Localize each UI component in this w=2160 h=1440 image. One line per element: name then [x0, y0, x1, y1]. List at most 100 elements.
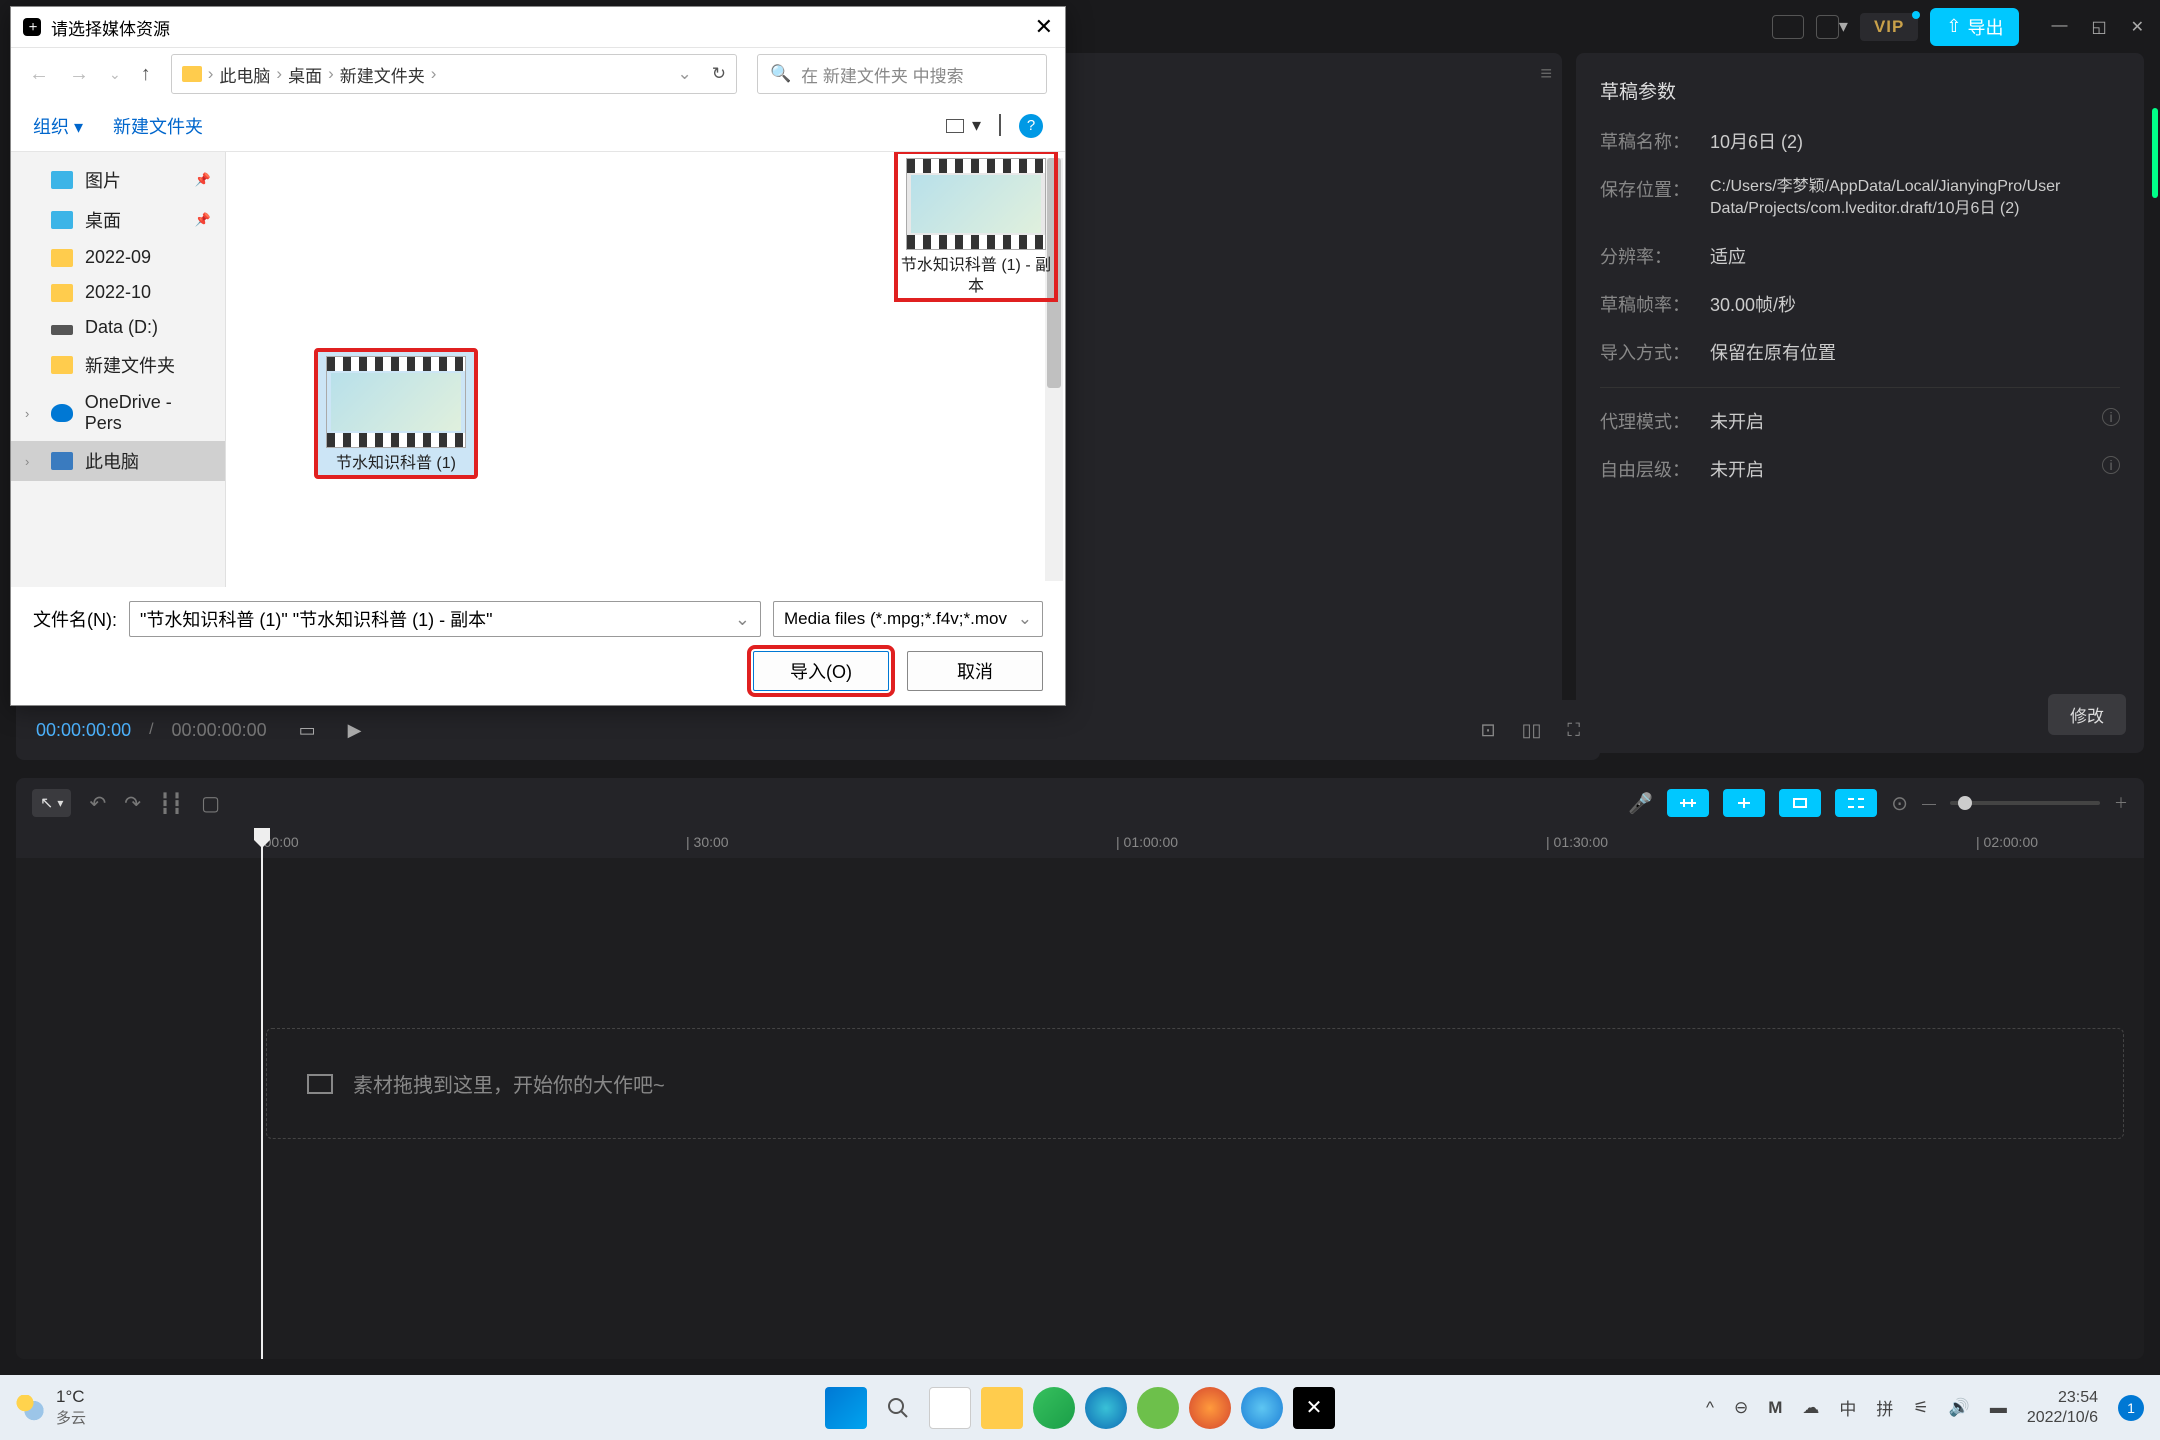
sidebar-item[interactable]: 新建文件夹: [11, 345, 225, 385]
edge-icon[interactable]: [1085, 1387, 1127, 1429]
delete-button[interactable]: ▢: [201, 791, 220, 816]
sidebar-item[interactable]: ›OneDrive - Pers: [11, 385, 225, 441]
timeline-tool-2[interactable]: [1723, 789, 1765, 817]
modify-button[interactable]: 修改: [2048, 694, 2126, 735]
sidebar-item[interactable]: 桌面📌: [11, 200, 225, 240]
search-placeholder: 在 新建文件夹 中搜索: [801, 62, 963, 87]
zoom-out-button[interactable]: —: [1922, 795, 1936, 811]
mic-icon[interactable]: 🎤: [1628, 791, 1653, 816]
maximize-button[interactable]: ◱: [2091, 17, 2106, 37]
close-button[interactable]: ✕: [2131, 17, 2144, 37]
new-folder-button[interactable]: 新建文件夹: [113, 113, 203, 139]
timeline-ruler[interactable]: |00:00 | 30:00 | 01:00:00 | 01:30:00 | 0…: [16, 828, 2144, 858]
search-icon: 🔍: [770, 64, 791, 84]
timeline-tool-3[interactable]: [1779, 789, 1821, 817]
cursor-tool[interactable]: ↖ ▾: [32, 789, 71, 817]
task-view-button[interactable]: [929, 1387, 971, 1429]
fullscreen-icon[interactable]: ⛶: [1567, 720, 1580, 741]
zoom-slider[interactable]: [1950, 801, 2100, 805]
info-icon[interactable]: i: [2102, 456, 2120, 474]
breadcrumb-segment[interactable]: 桌面: [288, 62, 322, 87]
panel-menu-icon[interactable]: ≡: [1540, 63, 1552, 86]
dialog-nav-bar: ← → ⌄ ↑ › 此电脑› 桌面› 新建文件夹› ⌄ ↻ 🔍 在 新建文件夹 …: [11, 47, 1065, 100]
organize-menu[interactable]: 组织 ▾: [33, 113, 83, 139]
clock[interactable]: 23:54 2022/10/6: [2027, 1388, 2098, 1426]
play-button[interactable]: ▶: [348, 720, 362, 741]
timeline-tool-4[interactable]: [1835, 789, 1877, 817]
timeline-tool-1[interactable]: [1667, 789, 1709, 817]
nav-back-button[interactable]: ←: [29, 63, 49, 86]
film-icon: [307, 1074, 333, 1094]
file-item[interactable]: 节水知识科普 (1) - 副本: [896, 152, 1056, 300]
nav-forward-button[interactable]: →: [69, 63, 89, 86]
jianying-icon[interactable]: ✕: [1293, 1387, 1335, 1429]
onedrive-icon[interactable]: ☁: [1802, 1398, 1819, 1418]
start-button[interactable]: [825, 1387, 867, 1429]
draft-params-panel: 草稿参数 草稿名称：10月6日 (2) 保存位置：C:/Users/李梦颖/Ap…: [1576, 53, 2144, 753]
fps-label: 草稿帧率：: [1600, 291, 1710, 317]
zoom-in-button[interactable]: ＋: [2114, 793, 2128, 813]
file-explorer-icon[interactable]: [981, 1387, 1023, 1429]
file-type-select[interactable]: Media files (*.mpg;*.f4v;*.mov⌄: [773, 601, 1043, 637]
frame-icon[interactable]: ⊡: [1480, 720, 1495, 741]
proxy-value: 未开启: [1710, 408, 2102, 434]
battery-icon[interactable]: ▬: [1990, 1398, 2007, 1418]
sidebar-item[interactable]: 2022-09: [11, 240, 225, 275]
dialog-close-button[interactable]: ✕: [1035, 14, 1053, 40]
refresh-button[interactable]: ↻: [712, 64, 726, 84]
help-button[interactable]: ?: [1019, 114, 1043, 138]
preview-controls: 00:00:00:00 / 00:00:00:00 ▭ ▶ ⊡ ▯▯ ⛶: [16, 700, 1600, 760]
settings-icon[interactable]: ⊙: [1891, 791, 1908, 816]
sidebar-item[interactable]: 2022-10: [11, 275, 225, 310]
temperature: 1°C: [56, 1387, 86, 1407]
timeline[interactable]: |00:00 | 30:00 | 01:00:00 | 01:30:00 | 0…: [16, 828, 2144, 1359]
nav-recent-button[interactable]: ⌄: [109, 66, 121, 83]
vip-badge[interactable]: VIP: [1860, 13, 1918, 41]
file-item[interactable]: 节水知识科普 (1): [316, 350, 476, 477]
compare-icon[interactable]: ▯▯: [1522, 720, 1542, 741]
redo-button[interactable]: ↷: [124, 791, 141, 816]
preview-pane-button[interactable]: [999, 115, 1001, 136]
file-list[interactable]: 节水知识科普 (1) - 副本节水知识科普 (1): [226, 152, 1065, 587]
wifi-icon[interactable]: ⚟: [1913, 1398, 1928, 1418]
sidebar-item[interactable]: Data (D:): [11, 310, 225, 345]
playhead[interactable]: [261, 828, 263, 1359]
search-input[interactable]: 🔍 在 新建文件夹 中搜索: [757, 54, 1047, 94]
tray-icon[interactable]: M: [1768, 1398, 1782, 1418]
undo-button[interactable]: ↶: [89, 791, 106, 816]
tray-icon[interactable]: ⊖: [1734, 1398, 1748, 1418]
ratio-icon[interactable]: ▭: [299, 720, 316, 741]
chevron-down-icon[interactable]: ⌄: [678, 64, 692, 84]
ime-indicator[interactable]: 中: [1839, 1395, 1856, 1420]
export-button[interactable]: ⇧ 导出: [1930, 8, 2019, 46]
save-path-label: 保存位置：: [1600, 176, 1710, 221]
volume-icon[interactable]: 🔊: [1949, 1398, 1970, 1418]
sidebar-item[interactable]: 图片📌: [11, 160, 225, 200]
taskbar-app[interactable]: [1033, 1387, 1075, 1429]
minimize-button[interactable]: —: [2051, 17, 2067, 37]
cancel-button[interactable]: 取消: [907, 651, 1043, 691]
layout-icon[interactable]: ▾: [1816, 11, 1848, 43]
breadcrumb-segment[interactable]: 此电脑: [219, 62, 270, 87]
breadcrumb-segment[interactable]: 新建文件夹: [340, 62, 425, 87]
nav-up-button[interactable]: ↑: [141, 63, 151, 86]
filename-input[interactable]: "节水知识科普 (1)" "节水知识科普 (1) - 副本"⌄: [129, 601, 761, 637]
sidebar-item[interactable]: ›此电脑: [11, 441, 225, 481]
notification-badge[interactable]: 1: [2118, 1395, 2144, 1421]
proxy-label: 代理模式：: [1600, 408, 1710, 434]
keyboard-icon[interactable]: [1772, 11, 1804, 43]
taskbar-search[interactable]: [877, 1387, 919, 1429]
split-button[interactable]: ┇┇: [159, 791, 183, 816]
tray-chevron-icon[interactable]: ^: [1706, 1398, 1714, 1418]
ime-indicator[interactable]: 拼: [1876, 1395, 1893, 1420]
weather-icon: [16, 1395, 46, 1421]
taskbar-app[interactable]: [1137, 1387, 1179, 1429]
ruler-tick: | 01:30:00: [1546, 834, 1608, 850]
taskbar-app[interactable]: [1241, 1387, 1283, 1429]
view-mode-button[interactable]: ▾: [946, 115, 981, 136]
breadcrumb[interactable]: › 此电脑› 桌面› 新建文件夹› ⌄ ↻: [171, 54, 737, 94]
firefox-icon[interactable]: [1189, 1387, 1231, 1429]
import-button[interactable]: 导入(O): [753, 651, 889, 691]
info-icon[interactable]: i: [2102, 408, 2120, 426]
weather-widget[interactable]: 1°C多云: [16, 1387, 86, 1428]
